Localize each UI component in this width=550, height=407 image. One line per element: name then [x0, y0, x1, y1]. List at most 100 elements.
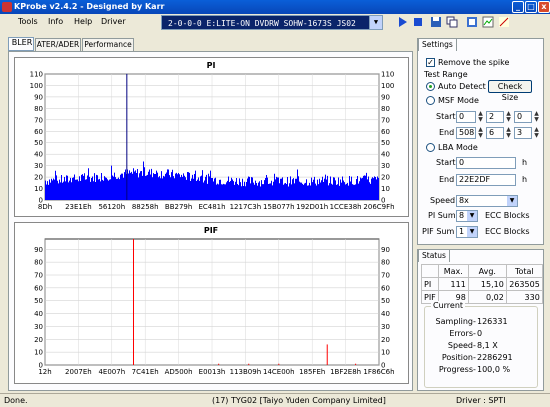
menu-help[interactable]: Help: [74, 17, 92, 26]
pif-sum-label: PIF Sum: [422, 227, 455, 236]
info-icon[interactable]: [498, 16, 510, 28]
maximize-button[interactable]: □: [525, 1, 537, 13]
close-button[interactable]: x: [538, 1, 550, 13]
field-key: Speed: [447, 341, 473, 350]
chart-title: PIF: [204, 226, 218, 235]
y-tick-label: 80: [34, 105, 43, 113]
y-tick-label-right: 30: [381, 323, 390, 331]
x-tick-label: 113B09h: [230, 368, 262, 376]
pif-total: 330: [505, 290, 543, 304]
chevron-down-icon[interactable]: ▼: [507, 196, 517, 206]
lba-start-label: Start: [436, 158, 456, 167]
status-table: Max. Avg. Total PI 111 15,10 263505 PIF …: [421, 264, 543, 304]
y-tick-label: 90: [34, 246, 43, 254]
ecc-blocks-label: ECC Blocks: [485, 211, 530, 220]
x-tick-label: 12h: [38, 368, 51, 376]
pi-sum-select[interactable]: 8 ▼: [456, 210, 478, 222]
lba-start-input[interactable]: 0: [456, 157, 516, 169]
menu-driver[interactable]: Driver: [101, 17, 126, 26]
msf-mode-label: MSF Mode: [438, 96, 479, 105]
lba-end-input[interactable]: 22E2DF: [456, 174, 516, 186]
chevron-down-icon[interactable]: ▼: [369, 16, 382, 29]
pi-sum-label: PI Sum: [428, 211, 456, 220]
hex-unit-label: h: [522, 158, 528, 167]
settings-panel: Settings ✓ Remove the spike Test Range A…: [417, 38, 544, 245]
x-tick-label: 14CE00h: [263, 368, 295, 376]
x-tick-label: 1217C3h: [230, 203, 262, 211]
remove-spike-checkbox[interactable]: ✓: [426, 58, 435, 67]
y-tick-label: 100: [30, 82, 43, 90]
tab-status[interactable]: Status: [418, 249, 450, 262]
tab-bler[interactable]: BLER: [8, 37, 34, 51]
table-row: PI 111 15,10 263505: [421, 277, 543, 291]
window-title: KProbe v2.4.2 - Designed by Karr: [14, 2, 165, 11]
spin-icon[interactable]: ▲ ▼: [505, 111, 512, 123]
msf-end-min[interactable]: 508: [456, 127, 476, 139]
y-tick-label: 30: [34, 162, 43, 170]
field-key: Sampling: [435, 317, 473, 326]
y-tick-label-right: 100: [381, 82, 394, 90]
current-group: Current Sampling -126331 Errors -0 Speed -8…: [424, 301, 538, 388]
y-tick-label: 90: [34, 93, 43, 101]
status-center: (17) TYG02 [Taiyo Yuden Company Limited]: [212, 396, 386, 405]
spin-icon[interactable]: ▲ ▼: [533, 127, 540, 139]
msf-mode-radio[interactable]: [426, 96, 435, 105]
msf-end-frame[interactable]: 3: [514, 127, 532, 139]
msf-end-sec[interactable]: 6: [486, 127, 504, 139]
y-tick-label-right: 90: [381, 93, 390, 101]
x-tick-label: 1BF2E8h: [330, 368, 361, 376]
x-tick-label: 1CCE38h: [330, 203, 362, 211]
y-tick-label: 40: [34, 151, 43, 159]
field-value: 0: [477, 329, 483, 338]
status-header-avg: Avg.: [467, 264, 507, 278]
tab-settings[interactable]: Settings: [418, 38, 457, 51]
spin-icon[interactable]: ▲ ▼: [505, 127, 512, 139]
tab-performance[interactable]: Performance: [82, 38, 134, 51]
spin-icon[interactable]: ▲ ▼: [533, 111, 540, 123]
y-tick-label-right: 20: [381, 336, 390, 344]
speed-select[interactable]: 8x ▼: [456, 195, 518, 207]
spin-icon[interactable]: ▲ ▼: [477, 127, 484, 139]
y-tick-label-right: 110: [381, 71, 394, 79]
y-tick-label-right: 10: [381, 185, 390, 193]
auto-detect-radio[interactable]: [426, 82, 435, 91]
msf-start-sec[interactable]: 2: [486, 111, 504, 123]
pi-total: 263505: [505, 277, 543, 291]
y-tick-label-right: 80: [381, 105, 390, 113]
copy-icon[interactable]: [446, 16, 458, 28]
chart-title: PI: [207, 61, 216, 70]
pif-chart: PIF 90 90 80 80 70 70 60 60 50 50 40 40 30 30 20 20 10 10 0…: [14, 222, 409, 384]
minimize-button[interactable]: _: [512, 1, 524, 13]
start-icon[interactable]: [396, 16, 408, 28]
drive-select[interactable]: 2-0-0-0 E:LITE-ON DVDRW SOHW-1673S JS02 …: [161, 15, 383, 30]
pif-sum-select[interactable]: 1 ▼: [456, 226, 478, 238]
menu-tools[interactable]: Tools: [18, 17, 38, 26]
stop-icon[interactable]: [412, 16, 424, 28]
tab-ater-ader[interactable]: ATER/ADER: [35, 38, 81, 51]
save-icon[interactable]: [430, 16, 442, 28]
msf-start-label: Start: [436, 112, 456, 121]
lba-mode-radio[interactable]: [426, 143, 435, 152]
current-row: Position -2286291: [441, 353, 513, 362]
field-key: Progress: [438, 365, 473, 374]
chart-icon[interactable]: [482, 16, 494, 28]
spin-icon[interactable]: ▲ ▼: [477, 111, 484, 123]
chevron-down-icon[interactable]: ▼: [467, 227, 477, 237]
y-tick-label-right: 20: [381, 174, 390, 182]
pif-chart-svg: PIF90 9080 8070 7060 6050 5040 4030 3020 2010 100…: [34, 226, 395, 376]
field-key: Position: [441, 353, 473, 362]
x-tick-label: 8Dh: [38, 203, 52, 211]
lba-mode-label: LBA Mode: [438, 143, 478, 152]
y-tick-label-right: 70: [381, 116, 390, 124]
check-size-button[interactable]: Check Size: [488, 80, 532, 102]
x-tick-label: 88258h: [132, 203, 159, 211]
msf-start-min[interactable]: 0: [456, 111, 476, 123]
status-bar: Done. (17) TYG02 [Taiyo Yuden Company Li…: [0, 393, 550, 407]
field-key: Errors: [449, 329, 473, 338]
chevron-down-icon[interactable]: ▼: [467, 211, 477, 221]
settings-icon[interactable]: [466, 16, 478, 28]
msf-start-frame[interactable]: 0: [514, 111, 532, 123]
hex-unit-label: h: [522, 175, 528, 184]
lba-end-label: End: [439, 175, 455, 184]
menu-info[interactable]: Info: [48, 17, 63, 26]
